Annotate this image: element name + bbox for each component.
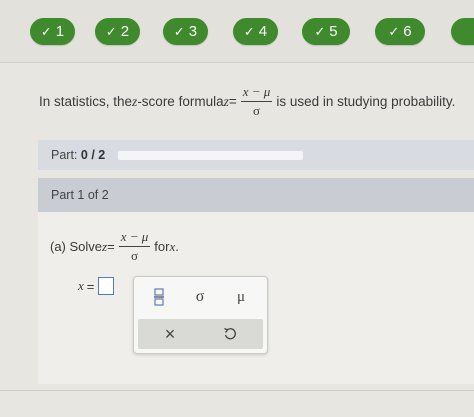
mu-label: μ — [236, 288, 246, 305]
answer-row: x = — [78, 277, 115, 295]
check-icon: ✓ — [40, 23, 52, 39]
divider — [0, 390, 474, 391]
question-pill-2[interactable]: ✓ 2 — [95, 18, 140, 45]
question-pill-next-partial[interactable] — [451, 18, 474, 45]
fraction-numerator: x − μ — [240, 84, 273, 102]
divider — [0, 62, 474, 63]
pill-label: 6 — [403, 23, 412, 40]
subq-end: . — [175, 239, 179, 254]
subq-eq: = — [107, 239, 115, 254]
question-pill-4[interactable]: ✓ 4 — [233, 18, 278, 45]
pill-label: 4 — [258, 23, 268, 40]
check-icon: ✓ — [314, 23, 326, 39]
fraction-denominator: σ — [130, 248, 138, 263]
sigma-button[interactable]: σ — [189, 285, 211, 309]
part-count: 0 / 2 — [80, 148, 106, 162]
math-palette: σ μ × — [133, 276, 268, 354]
check-icon: ✓ — [173, 23, 185, 39]
formula-eq: = — [228, 94, 237, 109]
check-icon: ✓ — [388, 23, 400, 39]
question-pill-3[interactable]: ✓ 3 — [163, 18, 208, 45]
formula-fraction: x − μ σ — [240, 84, 273, 119]
pill-label: 3 — [188, 23, 198, 40]
answer-eq: = — [86, 278, 95, 294]
question-suffix: is used in studying probability. — [276, 94, 456, 109]
check-icon: ✓ — [105, 23, 117, 39]
question-middle: -score formula — [137, 94, 224, 109]
subq-for: for — [154, 239, 170, 254]
close-icon: × — [164, 323, 176, 344]
mu-button[interactable]: μ — [230, 285, 252, 309]
part-title: Part 1 of 2 — [51, 188, 109, 202]
question-text: In statistics, the z -score formula z = … — [39, 84, 455, 119]
question-pill-1[interactable]: ✓ 1 — [30, 18, 75, 45]
question-pill-5[interactable]: ✓ 5 — [302, 18, 350, 45]
fraction-icon — [154, 288, 164, 306]
answer-input[interactable] — [98, 277, 115, 295]
clear-button[interactable]: × — [158, 322, 182, 346]
question-pill-6[interactable]: ✓ 6 — [375, 18, 425, 45]
part-label: Part: — [51, 148, 78, 162]
pill-label: 5 — [329, 23, 338, 40]
undo-icon — [224, 327, 236, 340]
part-progress-bar: Part: 0 / 2 — [38, 140, 474, 170]
palette-row: σ μ — [134, 277, 267, 317]
question-nav: ✓ 1 ✓ 2 ✓ 3 ✓ 4 ✓ 5 ✓ 6 — [0, 0, 474, 62]
progress-track — [118, 151, 303, 160]
subq-prefix: (a) Solve — [50, 239, 103, 254]
pill-label: 2 — [120, 23, 130, 40]
fraction-numerator: x − μ — [118, 229, 151, 247]
fraction-button[interactable] — [148, 285, 170, 309]
answer-var: x — [78, 278, 84, 293]
subq-fraction: x − μ σ — [118, 229, 151, 264]
check-icon: ✓ — [243, 23, 255, 39]
part-header: Part 1 of 2 — [38, 178, 474, 212]
subquestion-text: (a) Solve z = x − μ σ for x . — [50, 229, 179, 264]
sigma-label: σ — [195, 288, 205, 305]
palette-actions: × — [138, 319, 263, 349]
part-progress-label: Part: 0 / 2 — [51, 148, 105, 162]
fraction-denominator: σ — [253, 103, 261, 118]
question-prefix: In statistics, the — [39, 94, 133, 109]
pill-label: 1 — [55, 23, 65, 40]
undo-button[interactable] — [218, 322, 242, 346]
